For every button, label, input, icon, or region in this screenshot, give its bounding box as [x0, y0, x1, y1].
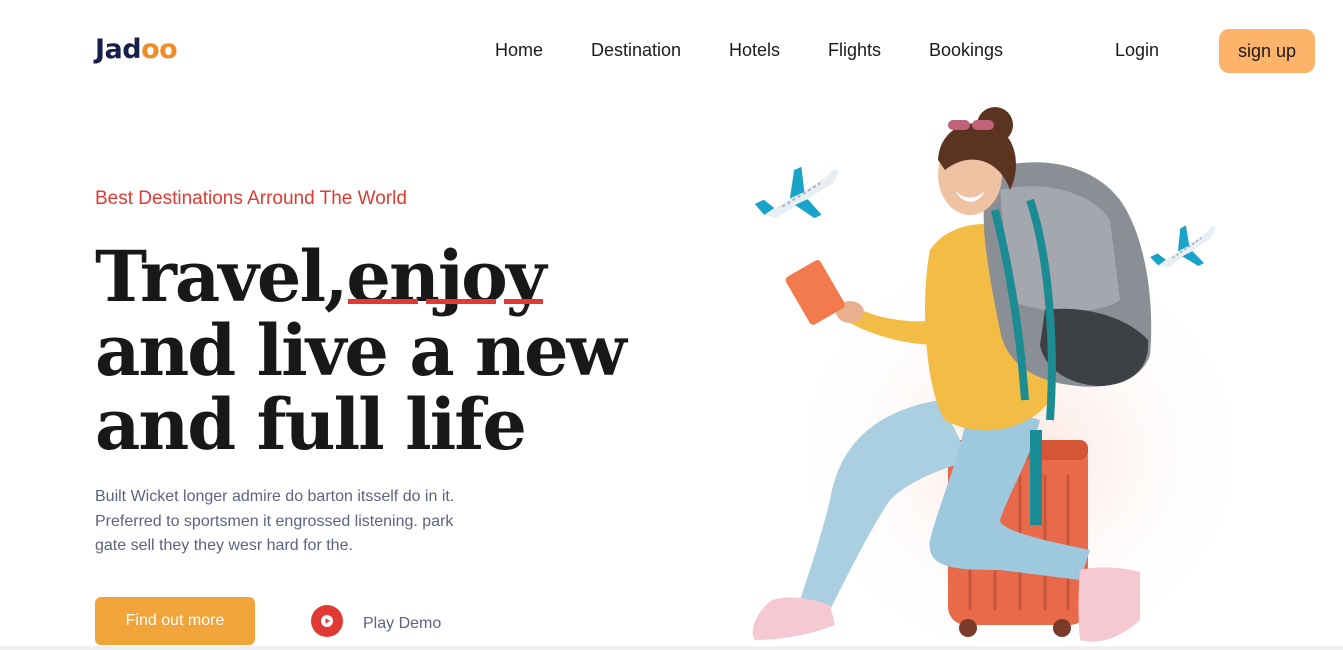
hero-description: Built Wicket longer admire do barton its… [95, 488, 455, 554]
main-nav: Home Destination Hotels Flights Bookings… [0, 40, 1343, 64]
play-icon [311, 605, 343, 637]
login-link[interactable]: Login [1115, 40, 1159, 61]
hero-eyebrow: Best Destinations Arround The World [95, 188, 407, 209]
nav-item-destination[interactable]: Destination [591, 40, 681, 61]
headline-underlined-word: enjoy [346, 235, 546, 318]
headline-line-3: and full life [95, 383, 527, 466]
signup-button[interactable]: sign up [1219, 29, 1315, 73]
page-bottom-divider [0, 646, 1343, 650]
plane-icon [754, 166, 839, 219]
nav-item-bookings[interactable]: Bookings [929, 40, 1003, 61]
headline-line-1-start: Travel, [95, 235, 348, 318]
nav-item-flights[interactable]: Flights [828, 40, 881, 61]
find-out-more-button[interactable]: Find out more [95, 597, 255, 645]
nav-item-hotels[interactable]: Hotels [729, 40, 780, 61]
headline-line-2: and live a new [95, 309, 627, 392]
hero-headline: Travel,enjoy and live a new and full lif… [95, 240, 655, 462]
nav-item-home[interactable]: Home [495, 40, 543, 61]
headline-line-1: Travel,enjoy [95, 240, 655, 314]
hero-illustration [700, 100, 1260, 650]
play-demo-label: Play Demo [363, 615, 442, 632]
play-demo-button[interactable]: Play Demo [311, 605, 441, 637]
